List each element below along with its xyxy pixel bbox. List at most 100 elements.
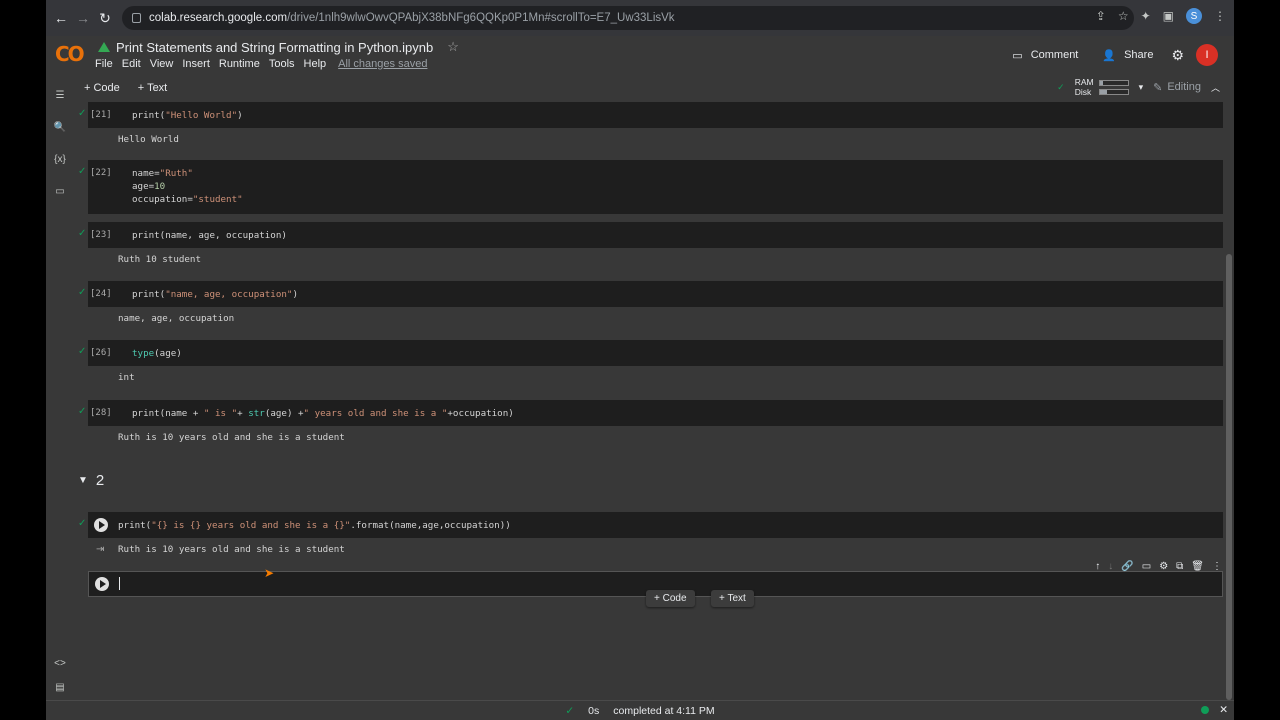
extensions-icon[interactable]: ✦ [1141, 9, 1151, 23]
completion-time: completed at 4:11 PM [613, 704, 715, 717]
code-editor[interactable]: [28] print(name + " is "+ str(age) +" ye… [88, 400, 1223, 426]
run-cell-button[interactable] [95, 577, 109, 591]
notebook-title[interactable]: Print Statements and String Formatting i… [116, 40, 433, 55]
star-icon[interactable]: ☆ [447, 39, 459, 55]
share-page-icon[interactable]: ⇪ [1096, 9, 1106, 23]
close-status-icon[interactable]: ✕ [1219, 704, 1228, 716]
share-button[interactable]: 👤 Share [1096, 49, 1159, 62]
code-snippets-icon[interactable]: <> [52, 658, 68, 669]
code-editor[interactable]: print("{} is {} years old and she is a {… [88, 512, 1223, 538]
ram-bar-fill [1099, 80, 1103, 85]
collapse-header-icon[interactable]: ︿ [1211, 81, 1220, 94]
comment-label: Comment [1030, 49, 1079, 61]
executed-check-icon: ✓ [78, 287, 87, 298]
people-icon: 👤 [1102, 49, 1117, 62]
menu-insert[interactable]: Insert [182, 58, 210, 70]
run-cell-button[interactable] [94, 518, 108, 532]
chrome-menu-icon[interactable]: ⋮ [1214, 9, 1226, 23]
add-text-button[interactable]: + Text [138, 82, 167, 94]
url-host: colab.research.google.com [149, 12, 288, 24]
reload-icon[interactable]: ↻ [94, 10, 116, 27]
menu-runtime[interactable]: Runtime [219, 58, 260, 70]
resources-indicator[interactable]: RAM Disk [1075, 77, 1129, 97]
status-check-icon: ✓ [565, 704, 575, 717]
address-bar[interactable]: colab.research.google.com/drive/1nlh9wlw… [122, 6, 1134, 30]
colab-logo[interactable]: CO [55, 42, 85, 66]
menu-file[interactable]: File [95, 58, 113, 70]
executed-check-icon: ✓ [78, 228, 87, 239]
search-icon[interactable]: 🔍 [52, 122, 68, 133]
comment-cell-icon[interactable]: ▭ [1142, 561, 1151, 572]
drive-icon [98, 42, 110, 52]
profile-avatar[interactable]: S [1186, 8, 1202, 24]
pencil-icon: ✎ [1153, 81, 1163, 94]
menu-view[interactable]: View [150, 58, 174, 70]
cell-output: Ruth is 10 years old and she is a studen… [118, 432, 345, 443]
lock-icon [132, 13, 141, 23]
editing-label: Editing [1167, 81, 1201, 93]
connected-check-icon: ✓ [1057, 81, 1065, 92]
url-path: /drive/1nlh9wlwOwvQPAbjX38bNFg6QQKp0P1Mn… [287, 12, 675, 24]
comment-icon: ▭ [1012, 49, 1023, 62]
code-editor[interactable]: [23] print(name, age, occupation) [88, 222, 1223, 248]
section-heading[interactable]: ▼ 2 [78, 472, 104, 489]
code-line: print(name + " is "+ str(age) +" years o… [132, 408, 514, 419]
scrollbar[interactable] [1226, 254, 1232, 700]
code-cell[interactable]: ✓ print("{} is {} years old and she is a… [78, 512, 1223, 555]
comment-button[interactable]: ▭ Comment [1006, 49, 1084, 62]
dropdown-icon[interactable]: ▾ [1139, 82, 1144, 93]
more-options-icon[interactable]: ⋮ [1212, 561, 1222, 572]
table-of-contents-icon[interactable]: ☰ [52, 90, 68, 101]
cell-output: Ruth 10 student [118, 254, 201, 265]
settings-gear-icon[interactable]: ⚙ [1171, 47, 1184, 64]
save-status[interactable]: All changes saved [338, 58, 427, 70]
code-cell[interactable]: ✓ [24] print("name, age, occupation") na… [78, 281, 1223, 324]
forward-icon[interactable]: → [72, 10, 94, 26]
cell-output: name, age, occupation [118, 313, 235, 324]
code-editor[interactable]: [26] type(age) [88, 340, 1223, 366]
execution-count: [22] [90, 168, 112, 178]
collapse-section-icon[interactable]: ▼ [78, 475, 88, 486]
code-cell[interactable]: ✓ [23] print(name, age, occupation) Ruth… [78, 222, 1223, 265]
logo-text: CO [55, 42, 85, 66]
code-editor[interactable]: [21] print("Hello World") [88, 102, 1223, 128]
cell-output: int [118, 372, 135, 383]
code-editor[interactable]: [24] print("name, age, occupation") [88, 281, 1223, 307]
status-bar: ✓ 0s completed at 4:11 PM ✕ [46, 700, 1234, 720]
terminal-icon[interactable]: ▤ [52, 682, 68, 693]
move-up-icon[interactable]: ↑ [1095, 561, 1100, 572]
move-down-icon[interactable]: ↓ [1108, 561, 1113, 572]
user-avatar[interactable]: I [1196, 44, 1218, 66]
code-line: type(age) [132, 348, 182, 359]
mirror-cell-icon[interactable]: ⧉ [1176, 561, 1183, 572]
files-folder-icon[interactable]: ▭ [52, 186, 68, 197]
section-title: 2 [95, 472, 105, 489]
menu-tools[interactable]: Tools [269, 58, 295, 70]
delete-icon[interactable]: 🗑 [1191, 561, 1204, 572]
add-text-cell-button[interactable]: + Text [711, 590, 754, 607]
execution-count: [24] [90, 289, 112, 299]
variables-icon[interactable]: {x} [52, 154, 68, 165]
code-cell[interactable]: ✓ [22] name="Ruth" age=10 occupation="st… [78, 160, 1223, 214]
add-code-button[interactable]: + Code [84, 82, 120, 94]
cell-settings-icon[interactable]: ⚙ [1159, 561, 1168, 572]
code-cell[interactable]: ✓ [26] type(age) int [78, 340, 1223, 383]
add-code-cell-button[interactable]: + Code [646, 590, 695, 607]
executed-check-icon: ✓ [78, 346, 87, 357]
link-icon[interactable]: 🔗 [1121, 561, 1133, 572]
back-icon[interactable]: ← [50, 10, 72, 26]
code-cell[interactable]: ✓ [21] print("Hello World") Hello World [78, 102, 1223, 145]
code-editor[interactable]: [22] name="Ruth" age=10 occupation="stud… [88, 160, 1223, 214]
bookmark-star-icon[interactable]: ☆ [1118, 9, 1129, 23]
left-rail: ☰ 🔍 {x} ▭ <> ▤ [46, 80, 74, 700]
side-panel-icon[interactable]: ▣ [1163, 9, 1174, 23]
share-label: Share [1124, 49, 1154, 61]
code-line: print("{} is {} years old and she is a {… [118, 520, 511, 531]
runtime-status-icon [1201, 706, 1210, 714]
menu-help[interactable]: Help [304, 58, 327, 70]
menu-edit[interactable]: Edit [122, 58, 141, 70]
execution-count: [28] [90, 408, 112, 418]
editing-mode-button[interactable]: ✎ Editing [1153, 81, 1201, 94]
code-cell[interactable]: ✓ [28] print(name + " is "+ str(age) +" … [78, 400, 1223, 443]
cell-toolbar: ↑ ↓ 🔗 ▭ ⚙ ⧉ 🗑 ⋮ [1095, 561, 1222, 572]
